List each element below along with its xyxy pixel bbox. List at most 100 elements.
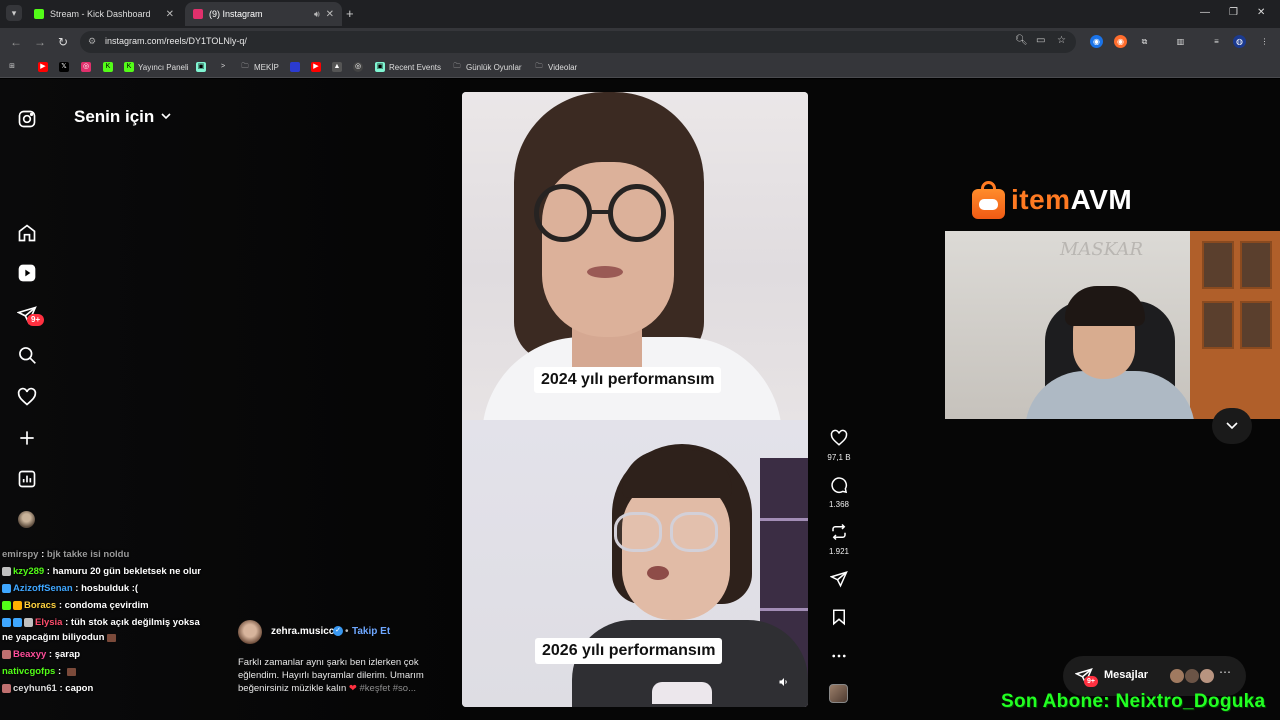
follow-button[interactable]: Takip Et	[352, 626, 390, 637]
more-options-button[interactable]	[826, 647, 852, 670]
hashtags[interactable]: #keşfet #so...	[360, 683, 417, 694]
url-input[interactable]: ⚙ instagram.com/reels/DY1TOLNly-q/ 🔍︎ ▭ …	[80, 31, 1076, 53]
prompt-icon: >	[220, 63, 226, 70]
bookmark-item[interactable]: ▶	[38, 60, 52, 74]
like-button[interactable]: 97,1 B	[826, 429, 852, 462]
chat-message: ceyhun61 : capon	[2, 680, 234, 697]
instagram-page: 9+ Senin için 2024 yılı performansım 202…	[0, 79, 1280, 720]
tab-kick-dashboard[interactable]: Stream - Kick Dashboard ✕	[26, 2, 182, 26]
heart-icon[interactable]	[17, 387, 37, 407]
reload-button[interactable]: ↻	[58, 35, 68, 49]
reel-description[interactable]: Farklı zamanlar aynı şarkı ben izlerken …	[238, 656, 448, 695]
chat-separator: :	[44, 566, 53, 577]
streamlabs-icon: ▣	[375, 62, 385, 72]
media-icon[interactable]: ≡	[1210, 35, 1223, 48]
forward-button[interactable]: →	[34, 35, 46, 49]
bookmark-item[interactable]: ◎	[81, 60, 95, 74]
bookmark-item[interactable]: K Yayıncı Paneli	[124, 60, 189, 74]
speaker-icon[interactable]	[778, 676, 790, 688]
extension-icon[interactable]: ◉	[1090, 35, 1103, 48]
messages-button[interactable]: 9+ Mesajlar ⋯	[1063, 656, 1246, 696]
door-pane	[1202, 241, 1234, 289]
bookmark-label: Günlük Oyunlar	[466, 62, 522, 72]
verified-badge-icon: ✓	[333, 626, 343, 636]
home-icon[interactable]	[17, 223, 37, 243]
bookmark-item[interactable]: ▶	[311, 60, 325, 74]
save-button[interactable]	[826, 608, 852, 631]
comment-count: 1.368	[828, 500, 850, 509]
speaker-icon[interactable]: 🔊︎	[314, 9, 320, 20]
folder-icon: 🗀	[241, 63, 249, 70]
new-tab-button[interactable]: +	[346, 6, 354, 21]
search-icon[interactable]	[17, 345, 37, 365]
back-button[interactable]: ←	[10, 35, 22, 49]
chat-username: Beaxyy	[13, 649, 47, 660]
repost-icon	[832, 523, 846, 541]
next-reel-button[interactable]	[1212, 408, 1252, 444]
tab-instagram[interactable]: (9) Instagram 🔊︎ ✕	[185, 2, 342, 26]
zoom-icon[interactable]: 🔍︎	[1015, 35, 1028, 46]
chat-badge-icon	[2, 601, 11, 610]
site-info-icon[interactable]: ⚙	[88, 36, 96, 47]
bookmark-item[interactable]: K	[103, 60, 117, 74]
bookmark-folder[interactable]: 🗀 MEKİP	[240, 60, 279, 74]
chat-message: emirspy : bjk takke isi noldu	[2, 546, 234, 563]
x-icon: 𝕏	[59, 62, 69, 72]
bookmark-folder[interactable]: 🗀 Videolar	[534, 60, 578, 74]
bookmark-item[interactable]: ▣	[196, 60, 210, 74]
create-icon[interactable]	[17, 428, 37, 448]
author-avatar[interactable]	[238, 620, 262, 644]
chat-message: AzizoffSenan : hosbulduk :(	[2, 580, 234, 597]
messages-label: Mesajlar	[1104, 669, 1149, 681]
close-window-button[interactable]: ✕	[1257, 7, 1265, 18]
extensions-puzzle-icon[interactable]: ⧉	[1138, 35, 1151, 48]
bookmark-item[interactable]: ▣ Recent Events	[375, 60, 441, 74]
star-icon[interactable]: ☆	[1057, 35, 1066, 46]
dashboard-icon[interactable]	[17, 469, 37, 489]
bookmark-item[interactable]: >	[218, 60, 232, 74]
door-pane	[1202, 301, 1234, 349]
repost-button[interactable]: 1.921	[826, 523, 852, 556]
reel-video[interactable]: 2024 yılı performansım 2026 yılı perform…	[462, 92, 808, 707]
youtube-icon: ▶	[38, 62, 48, 72]
bookmark-item[interactable]	[290, 60, 304, 74]
chevron-down-icon[interactable]	[160, 110, 172, 122]
avatar[interactable]	[18, 511, 35, 528]
feed-title[interactable]: Senin için	[74, 107, 154, 127]
author-name[interactable]: zehra.musicc	[271, 626, 334, 637]
image-icon: ▲	[332, 62, 342, 72]
chat-badge-icon	[2, 684, 11, 693]
extension-icon[interactable]: ◉	[1114, 35, 1127, 48]
apps-icon[interactable]: ⊞	[7, 60, 21, 74]
address-bar: ← → ↻ ⚙ instagram.com/reels/DY1TOLNly-q/…	[0, 28, 1280, 56]
restore-button[interactable]: ❐	[1229, 7, 1238, 18]
stream-chat-overlay: emirspy : bjk takke isi noldu kzy289 : ha…	[2, 546, 234, 697]
tab-search-button[interactable]: ▾	[6, 5, 22, 21]
chat-text: hosbulduk :(	[81, 583, 139, 594]
reels-icon[interactable]	[17, 263, 37, 283]
sidebar-icon[interactable]: ▥	[1174, 35, 1187, 48]
bookmark-item[interactable]: 𝕏	[59, 60, 73, 74]
glasses-bridge	[591, 210, 611, 214]
instagram-logo-icon[interactable]	[17, 109, 37, 129]
close-icon[interactable]: ✕	[326, 9, 334, 20]
chat-badge-icon	[2, 618, 11, 627]
video-caption-bottom: 2026 yılı performansım	[535, 638, 723, 664]
minimize-button[interactable]: —	[1200, 7, 1210, 18]
bookmark-item[interactable]: ◎	[353, 60, 367, 74]
comment-button[interactable]: 1.368	[826, 476, 852, 509]
share-button[interactable]	[826, 570, 852, 593]
profile-icon[interactable]: ◍	[1233, 35, 1246, 48]
bookmark-label: Recent Events	[389, 62, 442, 72]
cast-icon[interactable]: ▭	[1036, 35, 1045, 46]
chat-separator: :	[55, 666, 64, 677]
close-icon[interactable]: ✕	[166, 9, 174, 20]
bookmark-icon	[833, 609, 845, 626]
bookmark-folder[interactable]: 🗀 Günlük Oyunlar	[452, 60, 522, 74]
repost-count: 1.921	[828, 547, 850, 556]
chat-badge-icon	[13, 601, 22, 610]
bookmark-item[interactable]: ▲	[332, 60, 346, 74]
original-audio-thumbnail[interactable]	[829, 684, 848, 703]
menu-icon[interactable]: ⋮	[1258, 35, 1271, 48]
bookmark-label: Yayıncı Paneli	[138, 62, 189, 72]
